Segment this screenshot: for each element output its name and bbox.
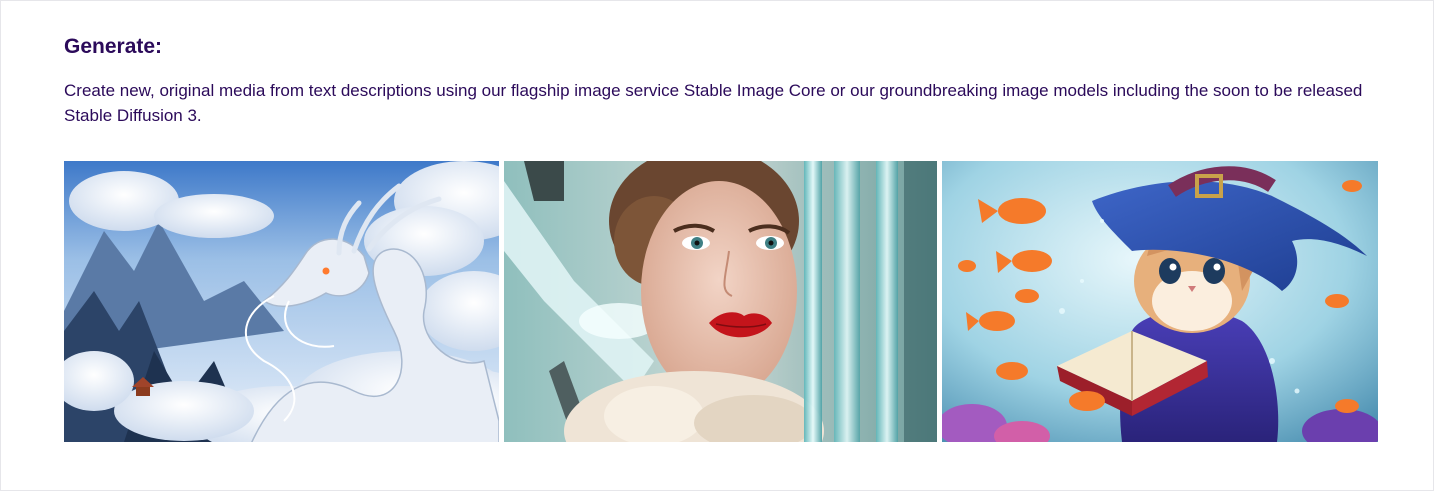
portrait-illustration	[504, 161, 937, 442]
section-description: Create new, original media from text des…	[64, 81, 1363, 125]
image-gallery	[64, 161, 1378, 442]
dragon-illustration	[64, 161, 499, 442]
section-heading: Generate:	[64, 35, 163, 58]
gallery-image-kitten	[942, 161, 1378, 442]
gallery-image-portrait	[504, 161, 937, 442]
kitten-illustration	[942, 161, 1378, 442]
gallery-image-dragon	[64, 161, 499, 442]
generate-section: Generate: Create new, original media fro…	[64, 34, 1378, 128]
